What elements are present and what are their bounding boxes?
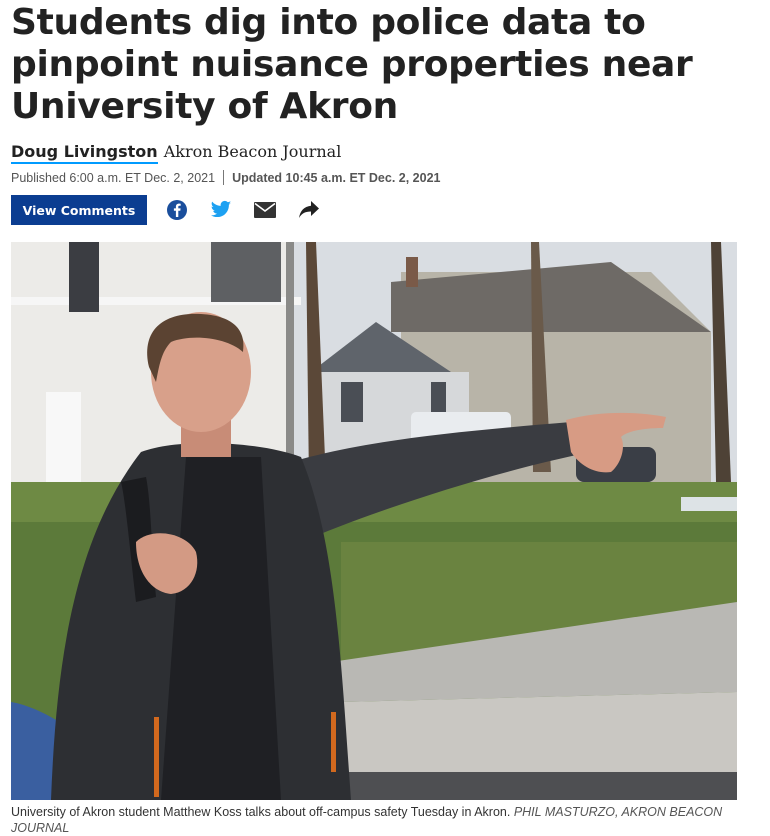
date-divider — [223, 170, 225, 185]
view-comments-button[interactable]: View Comments — [11, 195, 147, 225]
byline: Doug Livingston Akron Beacon Journal — [11, 142, 341, 164]
headline-line: University of Akron — [11, 86, 398, 127]
headline: Students dig into police data to pinpoin… — [11, 2, 761, 128]
facebook-icon[interactable] — [165, 198, 189, 222]
article-actions: View Comments — [11, 195, 147, 225]
article-photo[interactable] — [11, 242, 737, 800]
photo-caption: University of Akron student Matthew Koss… — [11, 804, 756, 836]
twitter-icon[interactable] — [209, 198, 233, 222]
publication-name: Akron Beacon Journal — [163, 142, 342, 161]
dateline: Published 6:00 a.m. ET Dec. 2, 2021 Upda… — [11, 170, 441, 185]
caption-text: University of Akron student Matthew Koss… — [11, 805, 511, 819]
published-date: Published 6:00 a.m. ET Dec. 2, 2021 — [11, 170, 216, 185]
headline-line: pinpoint nuisance properties near — [11, 44, 693, 85]
share-arrow-icon[interactable] — [297, 198, 321, 222]
updated-date: Updated 10:45 a.m. ET Dec. 2, 2021 — [232, 170, 441, 185]
street — [341, 772, 737, 800]
headline-line: Students dig into police data to — [11, 2, 646, 43]
email-icon[interactable] — [253, 198, 277, 222]
author-link[interactable]: Doug Livingston — [11, 142, 158, 164]
